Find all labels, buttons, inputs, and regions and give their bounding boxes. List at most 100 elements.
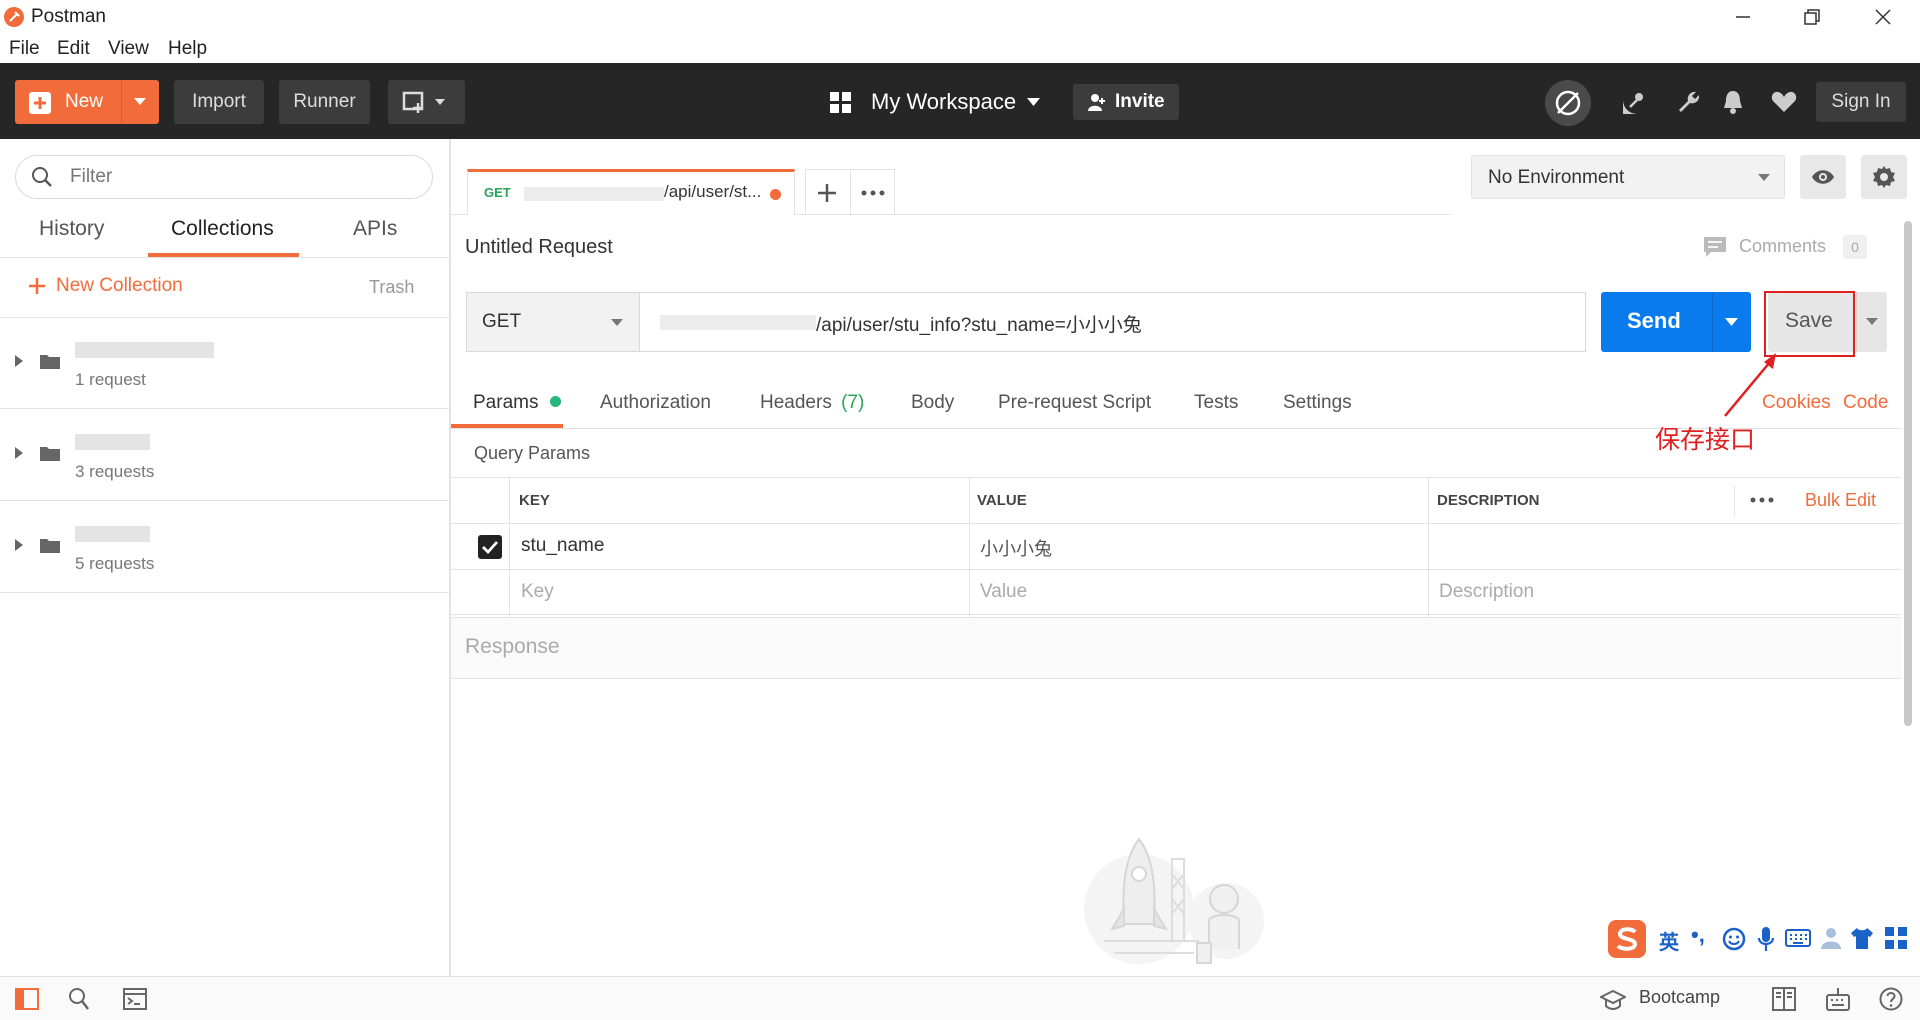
tab-body[interactable]: Body bbox=[911, 392, 954, 414]
sogou-logo-icon[interactable] bbox=[1608, 920, 1646, 958]
trash-link[interactable]: Trash bbox=[369, 277, 414, 298]
search-icon bbox=[31, 166, 53, 188]
find-icon[interactable] bbox=[68, 987, 90, 1011]
filter-box[interactable] bbox=[15, 155, 433, 199]
collection-name-redacted bbox=[75, 434, 150, 450]
tab-settings[interactable]: Settings bbox=[1283, 392, 1352, 414]
collection-item[interactable]: 1 request bbox=[0, 318, 449, 409]
collection-count: 1 request bbox=[75, 370, 146, 389]
tab-actions bbox=[805, 169, 895, 216]
folder-icon bbox=[40, 445, 60, 461]
close-icon[interactable] bbox=[1870, 4, 1896, 30]
filter-input[interactable] bbox=[70, 166, 410, 188]
description-input-placeholder[interactable]: Description bbox=[1439, 581, 1534, 603]
status-bar: Bootcamp bbox=[0, 976, 1920, 1020]
tab-history[interactable]: History bbox=[39, 217, 104, 241]
tab-apis[interactable]: APIs bbox=[353, 217, 397, 241]
toolbox-grid-icon[interactable] bbox=[1884, 926, 1908, 950]
menu-view[interactable]: View bbox=[108, 38, 149, 60]
add-tab-icon[interactable] bbox=[817, 183, 837, 203]
tab-authorization[interactable]: Authorization bbox=[600, 392, 711, 414]
request-tab-strip: GET /api/user/st... bbox=[451, 139, 1451, 216]
tab-pre-request-script[interactable]: Pre-request Script bbox=[998, 392, 1151, 414]
scrollbar-thumb[interactable] bbox=[1904, 221, 1912, 726]
keyboard-shortcuts-icon[interactable] bbox=[1826, 987, 1850, 1011]
bootcamp-link[interactable]: Bootcamp bbox=[1639, 987, 1720, 1008]
param-value[interactable]: 小小小兔 bbox=[980, 535, 1052, 561]
request-tab[interactable]: GET /api/user/st... bbox=[467, 169, 795, 215]
collection-item[interactable]: 5 requests bbox=[0, 502, 449, 593]
manage-environments-button[interactable] bbox=[1861, 155, 1907, 199]
send-button[interactable]: Send bbox=[1601, 292, 1751, 352]
more-icon[interactable] bbox=[861, 190, 885, 196]
collection-item[interactable]: 3 requests bbox=[0, 410, 449, 501]
invite-button[interactable]: Invite bbox=[1073, 84, 1179, 120]
microphone-icon[interactable] bbox=[1757, 926, 1775, 952]
send-label: Send bbox=[1627, 308, 1681, 333]
heart-icon[interactable] bbox=[1771, 91, 1797, 113]
toggle-sidebar-icon[interactable] bbox=[15, 988, 39, 1010]
caret-down-icon[interactable] bbox=[1725, 318, 1738, 327]
help-icon[interactable] bbox=[1879, 987, 1903, 1011]
tab-headers[interactable]: Headers (7) bbox=[760, 392, 864, 414]
environment-quick-look-button[interactable] bbox=[1800, 155, 1846, 199]
skin-shirt-icon[interactable] bbox=[1850, 926, 1874, 950]
plus-icon bbox=[28, 277, 46, 295]
environment-select[interactable]: No Environment bbox=[1471, 155, 1785, 199]
two-pane-view-icon[interactable] bbox=[1772, 987, 1796, 1011]
minimize-icon[interactable] bbox=[1730, 4, 1756, 30]
emoji-icon[interactable] bbox=[1722, 927, 1746, 951]
comments-button[interactable]: Comments 0 bbox=[1703, 233, 1883, 263]
new-button-label: New bbox=[65, 91, 104, 112]
runner-button[interactable]: Runner bbox=[279, 80, 370, 124]
tab-params[interactable]: Params bbox=[473, 392, 561, 414]
caret-down-icon[interactable] bbox=[133, 97, 147, 107]
menu-help[interactable]: Help bbox=[168, 38, 207, 60]
new-window-button[interactable] bbox=[388, 80, 465, 124]
keyboard-icon[interactable] bbox=[1785, 929, 1811, 947]
eye-icon bbox=[1811, 168, 1835, 186]
key-input-placeholder[interactable]: Key bbox=[521, 581, 554, 603]
param-enabled-checkbox[interactable] bbox=[478, 535, 502, 559]
caret-right-icon[interactable] bbox=[15, 355, 23, 367]
satellite-icon[interactable] bbox=[1620, 90, 1646, 116]
tab-collections[interactable]: Collections bbox=[171, 217, 274, 241]
sign-in-button[interactable]: Sign In bbox=[1816, 82, 1906, 122]
divider bbox=[1856, 292, 1857, 352]
query-params-title: Query Params bbox=[474, 443, 591, 463]
menu-file[interactable]: File bbox=[9, 38, 40, 60]
method-select[interactable]: GET bbox=[466, 292, 639, 352]
caret-right-icon[interactable] bbox=[15, 447, 23, 459]
comment-icon bbox=[1703, 236, 1727, 258]
caret-down-icon[interactable] bbox=[1866, 318, 1878, 326]
table-header-row: KEY VALUE DESCRIPTION Bulk Edit bbox=[451, 477, 1901, 618]
notification-bell-icon[interactable] bbox=[1722, 89, 1744, 115]
punctuation-icon[interactable]: •, bbox=[1691, 922, 1705, 948]
rocket-illustration-icon bbox=[1084, 829, 1274, 979]
more-icon[interactable] bbox=[1750, 497, 1774, 503]
postman-logo-icon bbox=[4, 7, 24, 27]
environment-label: No Environment bbox=[1488, 167, 1625, 188]
collection-count: 3 requests bbox=[75, 462, 155, 481]
wrench-icon[interactable] bbox=[1676, 89, 1702, 115]
console-icon[interactable] bbox=[123, 988, 147, 1010]
sync-off-icon[interactable] bbox=[1545, 80, 1591, 126]
value-input-placeholder[interactable]: Value bbox=[980, 581, 1027, 603]
new-button[interactable]: New bbox=[15, 80, 159, 124]
app-header: New Import Runner My Workspace Invite Si… bbox=[0, 63, 1920, 139]
code-link[interactable]: Code bbox=[1843, 392, 1888, 414]
request-name[interactable]: Untitled Request bbox=[465, 236, 613, 259]
bulk-edit-link[interactable]: Bulk Edit bbox=[1805, 490, 1876, 511]
tab-tests[interactable]: Tests bbox=[1194, 392, 1238, 414]
param-key[interactable]: stu_name bbox=[521, 535, 604, 557]
url-input[interactable]: /api/user/stu_info?stu_name=小小小兔 bbox=[639, 292, 1586, 352]
caret-right-icon[interactable] bbox=[15, 539, 23, 551]
menu-edit[interactable]: Edit bbox=[57, 38, 90, 60]
divider bbox=[1734, 486, 1735, 516]
ime-mode-label[interactable]: 英 bbox=[1659, 926, 1679, 955]
restore-icon[interactable] bbox=[1799, 4, 1825, 30]
user-icon[interactable] bbox=[1820, 926, 1844, 950]
import-button[interactable]: Import bbox=[174, 80, 264, 124]
sidebar: History Collections APIs New Collection … bbox=[0, 139, 451, 976]
tab-params-label: Params bbox=[473, 392, 539, 413]
